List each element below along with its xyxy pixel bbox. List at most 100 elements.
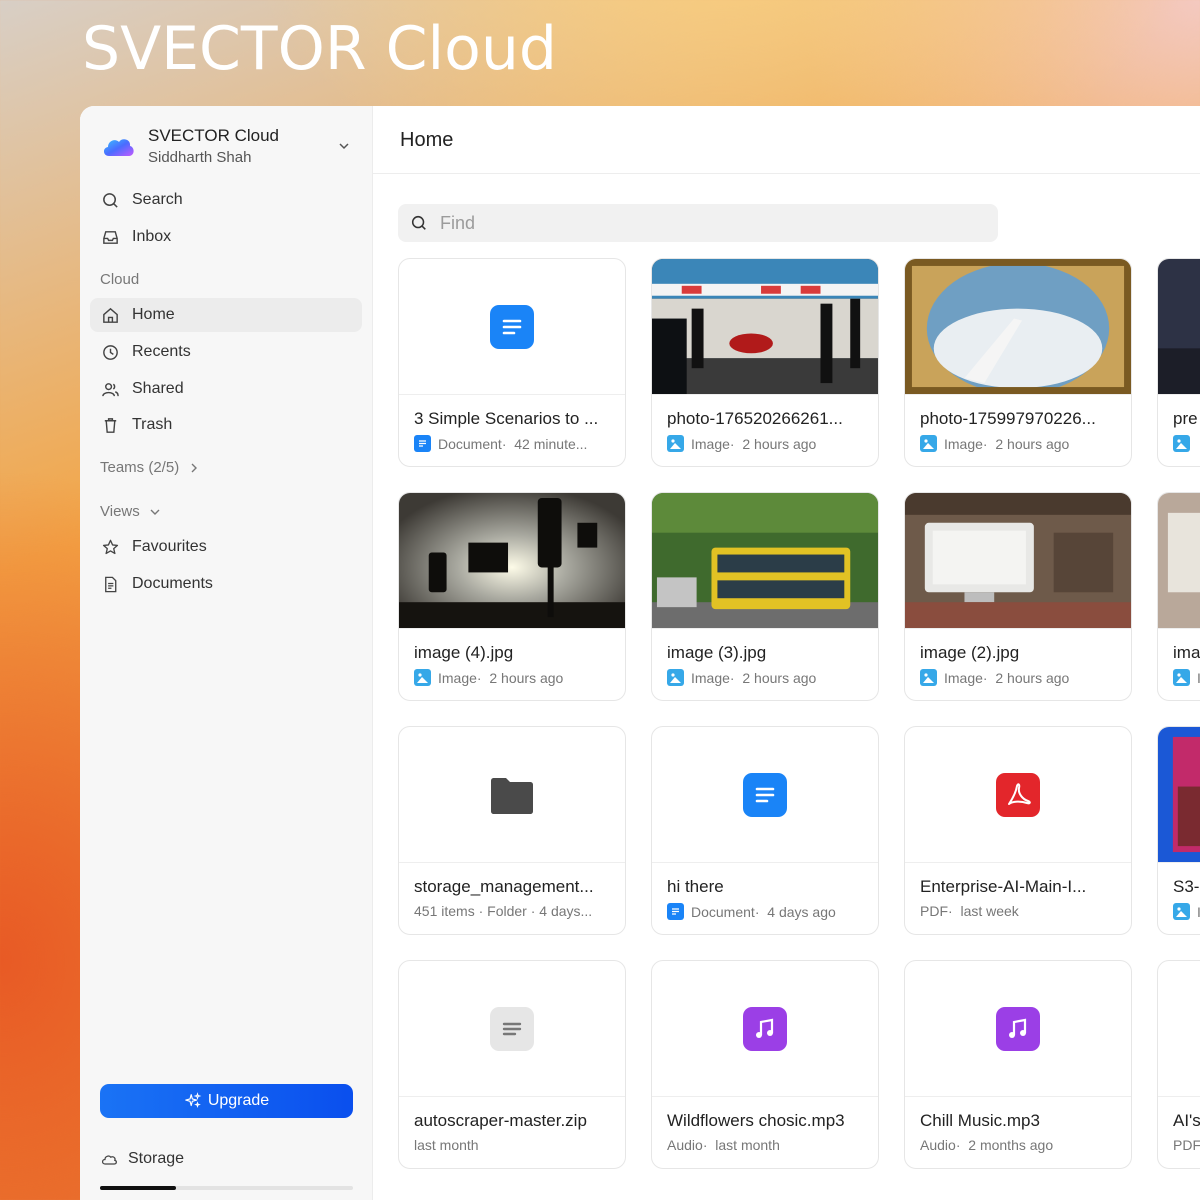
account-name: SVECTOR Cloud bbox=[148, 126, 280, 145]
file-meta-row: Audio · last month bbox=[667, 1137, 868, 1153]
file-name: image (2).jpg bbox=[920, 643, 1020, 662]
file-meta-row: Image · 2 hours ago bbox=[414, 669, 615, 686]
teams-toggle[interactable]: Teams (2/5) bbox=[100, 459, 201, 476]
file-thumbnail bbox=[905, 493, 1131, 629]
file-meta-row bbox=[1173, 435, 1200, 452]
brand-title: SVECTOR Cloud bbox=[82, 14, 557, 84]
sidebar-item-shared[interactable]: Shared bbox=[90, 372, 362, 406]
meta-separator: · bbox=[982, 669, 996, 686]
document-icon bbox=[414, 435, 431, 452]
sidebar-item-trash[interactable]: Trash bbox=[90, 408, 362, 442]
file-meta-row: PDF · last week bbox=[920, 903, 1121, 919]
document-icon bbox=[105, 576, 117, 592]
file-meta: PDF bbox=[1173, 1137, 1200, 1153]
file-card[interactable]: pre bbox=[1157, 258, 1200, 467]
file-thumbnail bbox=[399, 727, 625, 863]
file-card[interactable]: image (2).jpg Image · 2 hours ago bbox=[904, 492, 1132, 701]
file-card[interactable]: storage_management... 451 items · Folder… bbox=[398, 726, 626, 935]
storage-link[interactable]: Storage bbox=[100, 1150, 184, 1168]
file-card[interactable]: Chill Music.mp3 Audio · 2 months ago bbox=[904, 960, 1132, 1169]
clock-icon bbox=[103, 344, 118, 360]
file-kind: Audio bbox=[667, 1137, 703, 1153]
file-card[interactable]: autoscraper-master.zip last month bbox=[398, 960, 626, 1169]
sidebar-item-label: Trash bbox=[132, 416, 173, 433]
file-meta: 42 minute... bbox=[514, 435, 588, 452]
file-card[interactable]: S3- I bbox=[1157, 726, 1200, 935]
sidebar-item-label: Home bbox=[132, 306, 175, 323]
file-kind: Image bbox=[438, 669, 477, 686]
meta-separator: · bbox=[948, 903, 961, 919]
pdf-icon bbox=[996, 772, 1040, 817]
traffic-light-photo bbox=[399, 493, 625, 628]
file-thumbnail bbox=[1158, 259, 1200, 395]
file-thumbnail bbox=[399, 493, 625, 629]
upgrade-label: Upgrade bbox=[207, 1092, 270, 1109]
file-meta-row: Document · 42 minute... bbox=[414, 435, 615, 452]
file-card[interactable]: ima I bbox=[1157, 492, 1200, 701]
sidebar-item-home[interactable]: Home bbox=[90, 298, 362, 332]
sidebar-item-label: Search bbox=[132, 191, 183, 208]
meta-separator: · bbox=[501, 435, 515, 452]
sidebar-item-label: Favourites bbox=[132, 538, 207, 555]
find-input[interactable] bbox=[440, 212, 980, 234]
file-meta: last month bbox=[414, 1137, 479, 1153]
sidebar-item-label: Recents bbox=[132, 343, 191, 360]
cloud-logo-icon bbox=[103, 139, 134, 156]
views-toggle[interactable]: Views bbox=[100, 503, 162, 520]
trash-icon bbox=[104, 417, 117, 433]
sidebar-item-label: Inbox bbox=[132, 228, 172, 245]
file-name: photo-175997970226... bbox=[920, 409, 1096, 428]
file-card[interactable]: photo-176520266261... Image · 2 hours ago bbox=[651, 258, 879, 467]
file-thumbnail bbox=[652, 727, 878, 863]
file-card[interactable]: photo-175997970226... Image · 2 hours ago bbox=[904, 258, 1132, 467]
file-card[interactable]: Enterprise-AI-Main-I... PDF · last week bbox=[904, 726, 1132, 935]
views-label: Views bbox=[100, 503, 140, 520]
file-card[interactable]: image (3).jpg Image · 2 hours ago bbox=[651, 492, 879, 701]
meta-separator: · bbox=[729, 669, 743, 686]
file-name: AI's bbox=[1173, 1111, 1200, 1130]
file-kind: Audio bbox=[920, 1137, 956, 1153]
file-kind: Image bbox=[944, 669, 983, 686]
sidebar-item-favourites[interactable]: Favourites bbox=[90, 530, 362, 564]
file-meta: 4 days ago bbox=[767, 903, 836, 920]
music-icon bbox=[996, 1006, 1040, 1051]
sparkles-icon bbox=[185, 1092, 202, 1108]
sidebar-item-recents[interactable]: Recents bbox=[90, 335, 362, 369]
file-meta-row: I bbox=[1173, 903, 1200, 920]
file-thumbnail bbox=[652, 961, 878, 1097]
account-switcher[interactable]: SVECTOR Cloud Siddharth Shah bbox=[100, 124, 352, 168]
file-kind: PDF bbox=[920, 903, 948, 919]
file-card[interactable]: image (4).jpg Image · 2 hours ago bbox=[398, 492, 626, 701]
file-thumbnail bbox=[1158, 961, 1200, 1097]
plane-window-photo bbox=[905, 259, 1131, 394]
file-meta-row: Image · 2 hours ago bbox=[667, 669, 868, 686]
file-card[interactable]: AI's PDF bbox=[1157, 960, 1200, 1169]
section-label-cloud: Cloud bbox=[100, 271, 140, 288]
file-thumbnail bbox=[905, 961, 1131, 1097]
sidebar-item-documents[interactable]: Documents bbox=[90, 567, 362, 601]
file-name: image (4).jpg bbox=[414, 643, 514, 662]
file-name: Wildflowers chosic.mp3 bbox=[667, 1111, 845, 1130]
image-icon bbox=[667, 435, 684, 452]
upgrade-button[interactable]: Upgrade bbox=[100, 1084, 353, 1118]
music-icon bbox=[743, 1006, 787, 1051]
teams-label: Teams (2/5) bbox=[100, 459, 180, 476]
file-meta-row: Document · 4 days ago bbox=[667, 903, 868, 920]
file-kind: Image bbox=[691, 669, 730, 686]
meta-separator: · bbox=[754, 903, 768, 920]
dark-photo bbox=[1158, 259, 1200, 394]
sidebar-item-search[interactable]: Search bbox=[90, 183, 362, 217]
file-meta: 2 hours ago bbox=[742, 435, 817, 452]
file-card[interactable]: hi there Document · 4 days ago bbox=[651, 726, 879, 935]
sidebar-item-inbox[interactable]: Inbox bbox=[90, 220, 362, 254]
file-thumbnail bbox=[652, 259, 878, 395]
file-card[interactable]: 3 Simple Scenarios to ... Document · 42 m… bbox=[398, 258, 626, 467]
file-card[interactable]: Wildflowers chosic.mp3 Audio · last month bbox=[651, 960, 879, 1169]
file-meta-row: Audio · 2 months ago bbox=[920, 1137, 1121, 1153]
file-thumbnail bbox=[1158, 493, 1200, 629]
file-meta: 451 items · Folder · 4 days... bbox=[414, 903, 593, 919]
find-bar[interactable] bbox=[398, 204, 998, 242]
meta-separator: · bbox=[729, 435, 743, 452]
meta-separator: · bbox=[476, 669, 490, 686]
folder-icon bbox=[491, 777, 533, 814]
